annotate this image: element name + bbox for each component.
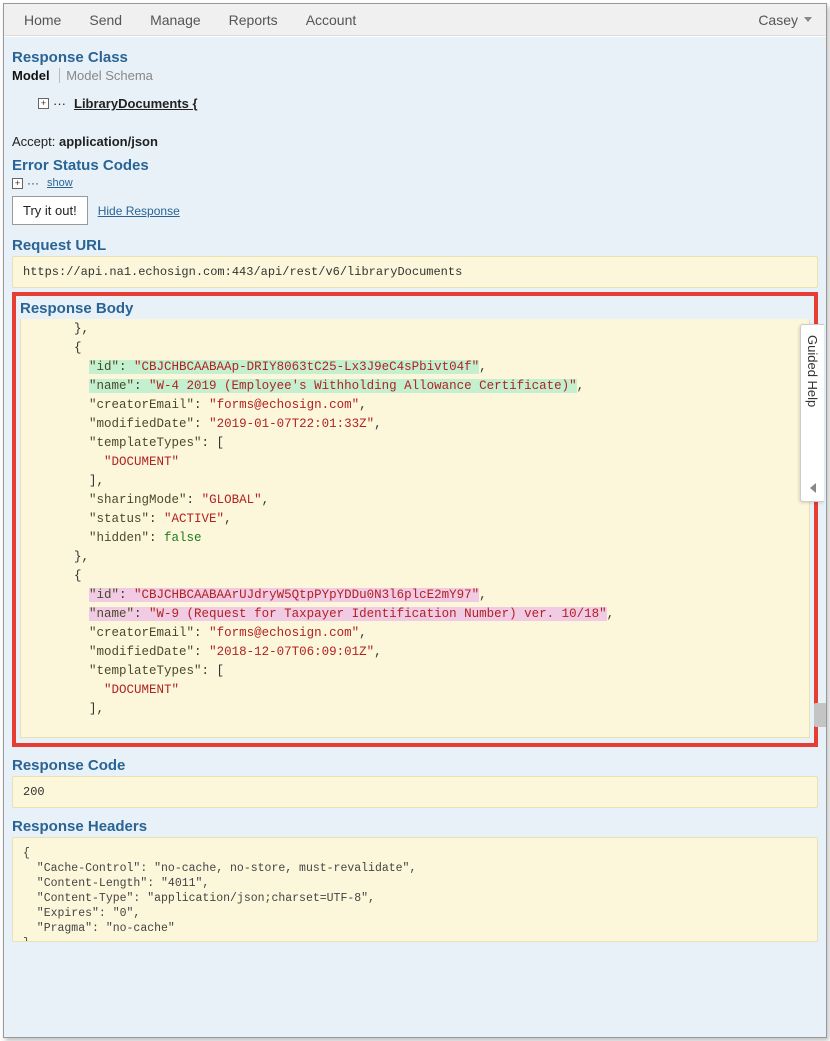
- try-row: Try it out! Hide Response: [12, 196, 818, 225]
- error-status-codes-heading: Error Status Codes: [12, 157, 818, 174]
- response-headers-heading: Response Headers: [12, 818, 818, 835]
- ellipsis-icon: ···: [27, 176, 39, 190]
- ellipsis-icon: ···: [53, 96, 66, 111]
- response-body-content: }, { "id": "CBJCHBCAABAAp-DRIY8063tC25-L…: [20, 319, 810, 738]
- chevron-left-icon: [810, 483, 816, 493]
- model-label[interactable]: LibraryDocuments {: [74, 96, 198, 111]
- tab-model-schema[interactable]: Model Schema: [66, 68, 153, 83]
- content-area: Response Class Model Model Schema + ··· …: [4, 37, 826, 1037]
- guided-help-label: Guided Help: [805, 325, 820, 483]
- model-tabs: Model Model Schema: [12, 68, 818, 85]
- chevron-down-icon: [804, 17, 812, 22]
- top-nav: Home Send Manage Reports Account Casey: [4, 4, 826, 36]
- user-name: Casey: [758, 12, 798, 28]
- nav-home[interactable]: Home: [10, 6, 75, 34]
- response-code-box: 200: [12, 776, 818, 808]
- response-body-heading: Response Body: [20, 300, 810, 317]
- expand-icon[interactable]: +: [38, 98, 49, 109]
- guided-help-tab[interactable]: Guided Help: [800, 324, 824, 502]
- response-headers-box: { "Cache-Control": "no-cache, no-store, …: [12, 837, 818, 942]
- nav-send[interactable]: Send: [75, 6, 136, 34]
- model-row: + ··· LibraryDocuments {: [12, 93, 818, 114]
- try-it-out-button[interactable]: Try it out!: [12, 196, 88, 225]
- user-menu[interactable]: Casey: [758, 12, 820, 28]
- request-url-heading: Request URL: [12, 237, 818, 254]
- error-codes-row: + ··· show: [12, 176, 818, 190]
- response-body-box[interactable]: }, { "id": "CBJCHBCAABAAp-DRIY8063tC25-L…: [20, 319, 810, 739]
- accept-line: Accept: application/json: [12, 134, 818, 149]
- nav-reports[interactable]: Reports: [215, 6, 292, 34]
- nav-account[interactable]: Account: [292, 6, 371, 34]
- request-url-box: https://api.na1.echosign.com:443/api/res…: [12, 256, 818, 288]
- tab-model[interactable]: Model: [12, 68, 50, 83]
- response-body-highlight: Response Body }, { "id": "CBJCHBCAABAAp-…: [12, 292, 818, 747]
- show-link[interactable]: show: [47, 177, 73, 189]
- scrollbar-thumb[interactable]: [814, 703, 827, 727]
- nav-manage[interactable]: Manage: [136, 6, 215, 34]
- expand-error-icon[interactable]: +: [12, 178, 23, 189]
- response-class-heading: Response Class: [12, 49, 818, 66]
- response-code-heading: Response Code: [12, 757, 818, 774]
- hide-response-link[interactable]: Hide Response: [98, 204, 180, 218]
